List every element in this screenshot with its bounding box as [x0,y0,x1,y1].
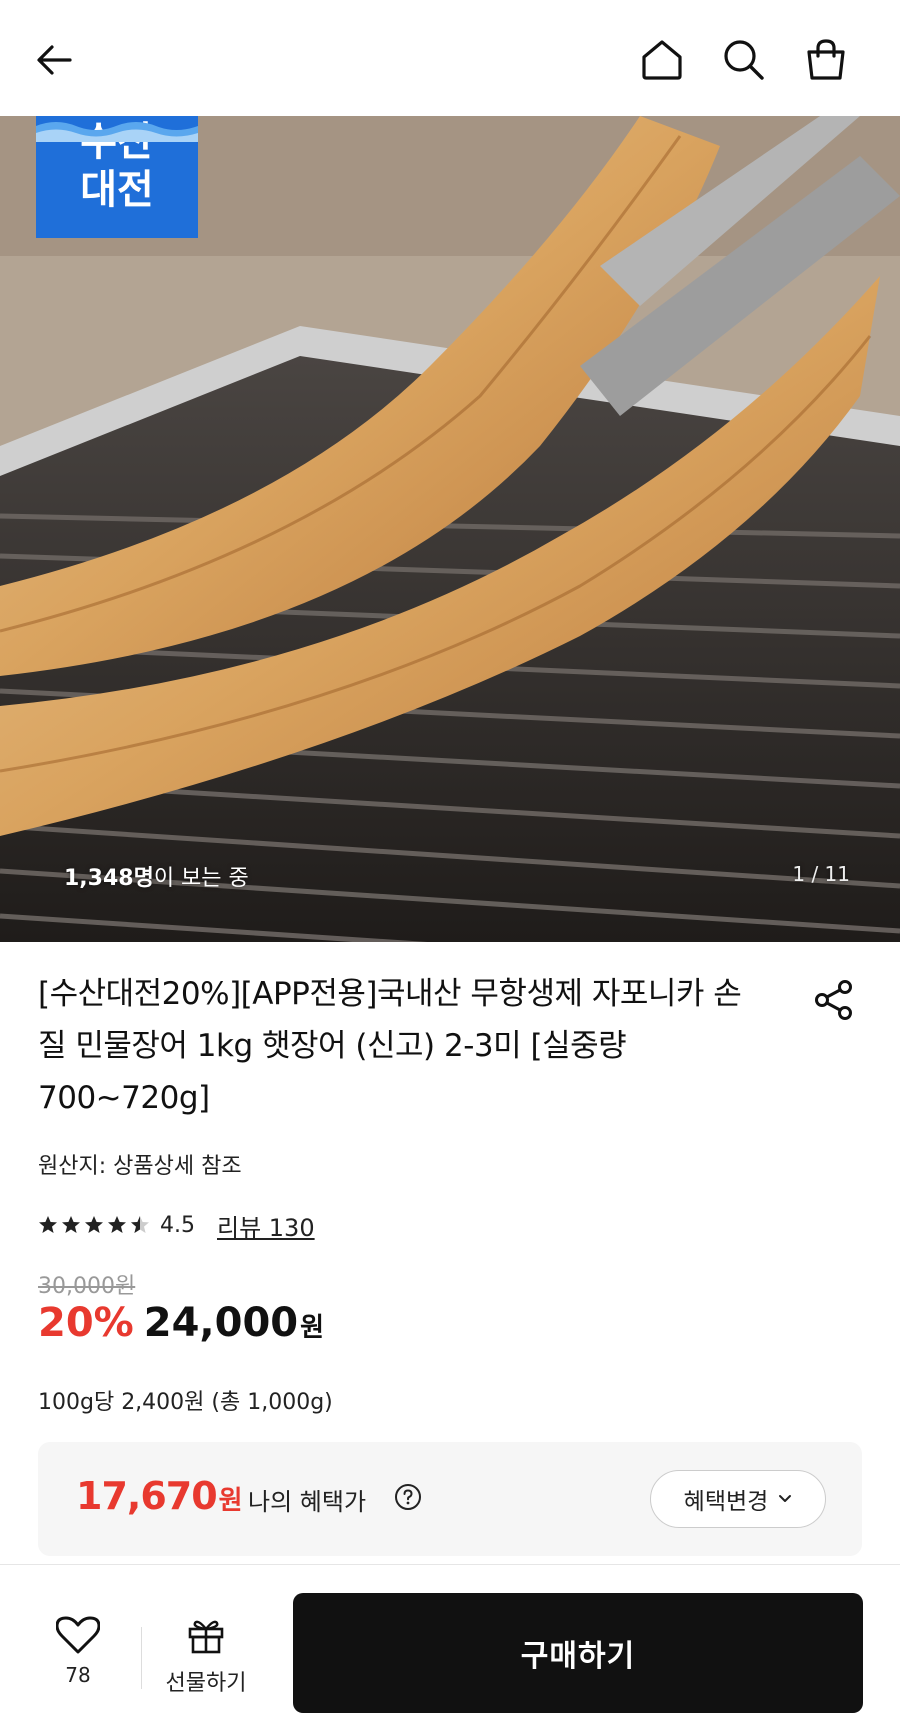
rating-stars [38,1215,150,1235]
home-icon [642,40,682,80]
share-button[interactable] [806,972,862,1028]
review-link[interactable]: 리뷰 130 [217,1208,315,1243]
bottom-action-bar: 78 선물하기 구매하기 [0,1564,900,1716]
benefit-price-value: 17,670 [76,1474,218,1518]
cart-button[interactable] [796,30,856,90]
star-filled-icon [108,1216,126,1233]
grilled-eel-photo [0,116,900,942]
benefit-price-unit: 원 [218,1486,243,1516]
benefit-price: 17,670 원 [76,1474,243,1518]
search-icon [724,40,764,80]
wishlist-button[interactable]: 78 [46,1615,110,1687]
viewers-count-text: 1,348명이 보는 중 [64,860,249,892]
heart-icon [55,1616,101,1654]
top-header [0,0,900,116]
viewers-suffix: 이 보는 중 [153,866,249,891]
wave-icon [36,122,198,142]
rating-row: 4.5 리뷰 130 [38,1208,315,1243]
benefit-label: 나의 혜택가 [248,1488,367,1516]
product-title: [수산대전20%][APP전용]국내산 무항생제 자포니카 손질 민물장어 1k… [38,976,742,1116]
unit-price: 100g당 2,400원 (총 1,000g) [38,1390,333,1415]
home-button[interactable] [632,30,692,90]
product-image-carousel[interactable]: 수산 대전 1,348명이 보는 중 1 / 11 [0,116,900,942]
shopping-bag-icon [807,39,845,80]
benefit-change-button[interactable]: 혜택변경 [650,1470,826,1528]
rating-value: 4.5 [160,1212,195,1238]
gift-button[interactable]: 선물하기 [158,1615,254,1697]
benefit-price-box: 17,670 원 나의 혜택가 혜택변경 [38,1442,862,1556]
back-button[interactable] [24,30,84,90]
price-row: 20% 24,000 원 [38,1300,324,1356]
star-half-icon [131,1216,149,1233]
star-filled-icon [85,1216,103,1233]
wishlist-count: 78 [65,1663,91,1687]
share-icon [815,980,852,1020]
image-page-indicator: 1 / 11 [792,862,850,886]
original-price: 30,000원 [38,1274,136,1299]
viewers-count: 1,348명 [64,866,154,891]
arrow-left-icon [37,45,72,75]
buy-button[interactable]: 구매하기 [293,1593,863,1713]
gift-label: 선물하기 [165,1671,247,1696]
seafood-festival-badge: 수산 대전 [36,116,198,238]
gift-icon [188,1620,224,1654]
benefit-change-label: 혜택변경 [683,1489,769,1515]
sale-price-unit: 원 [300,1313,325,1343]
bar-divider [141,1627,142,1689]
star-filled-icon [39,1216,57,1233]
origin-text: 원산지: 상품상세 참조 [38,1154,242,1179]
sale-price: 24,000 [143,1300,299,1346]
chevron-down-icon [779,1495,792,1502]
badge-line-2: 대전 [80,167,154,213]
discount-rate: 20% [38,1300,134,1346]
search-button[interactable] [714,30,774,90]
question-circle-icon[interactable] [394,1483,422,1511]
star-filled-icon [62,1216,80,1233]
